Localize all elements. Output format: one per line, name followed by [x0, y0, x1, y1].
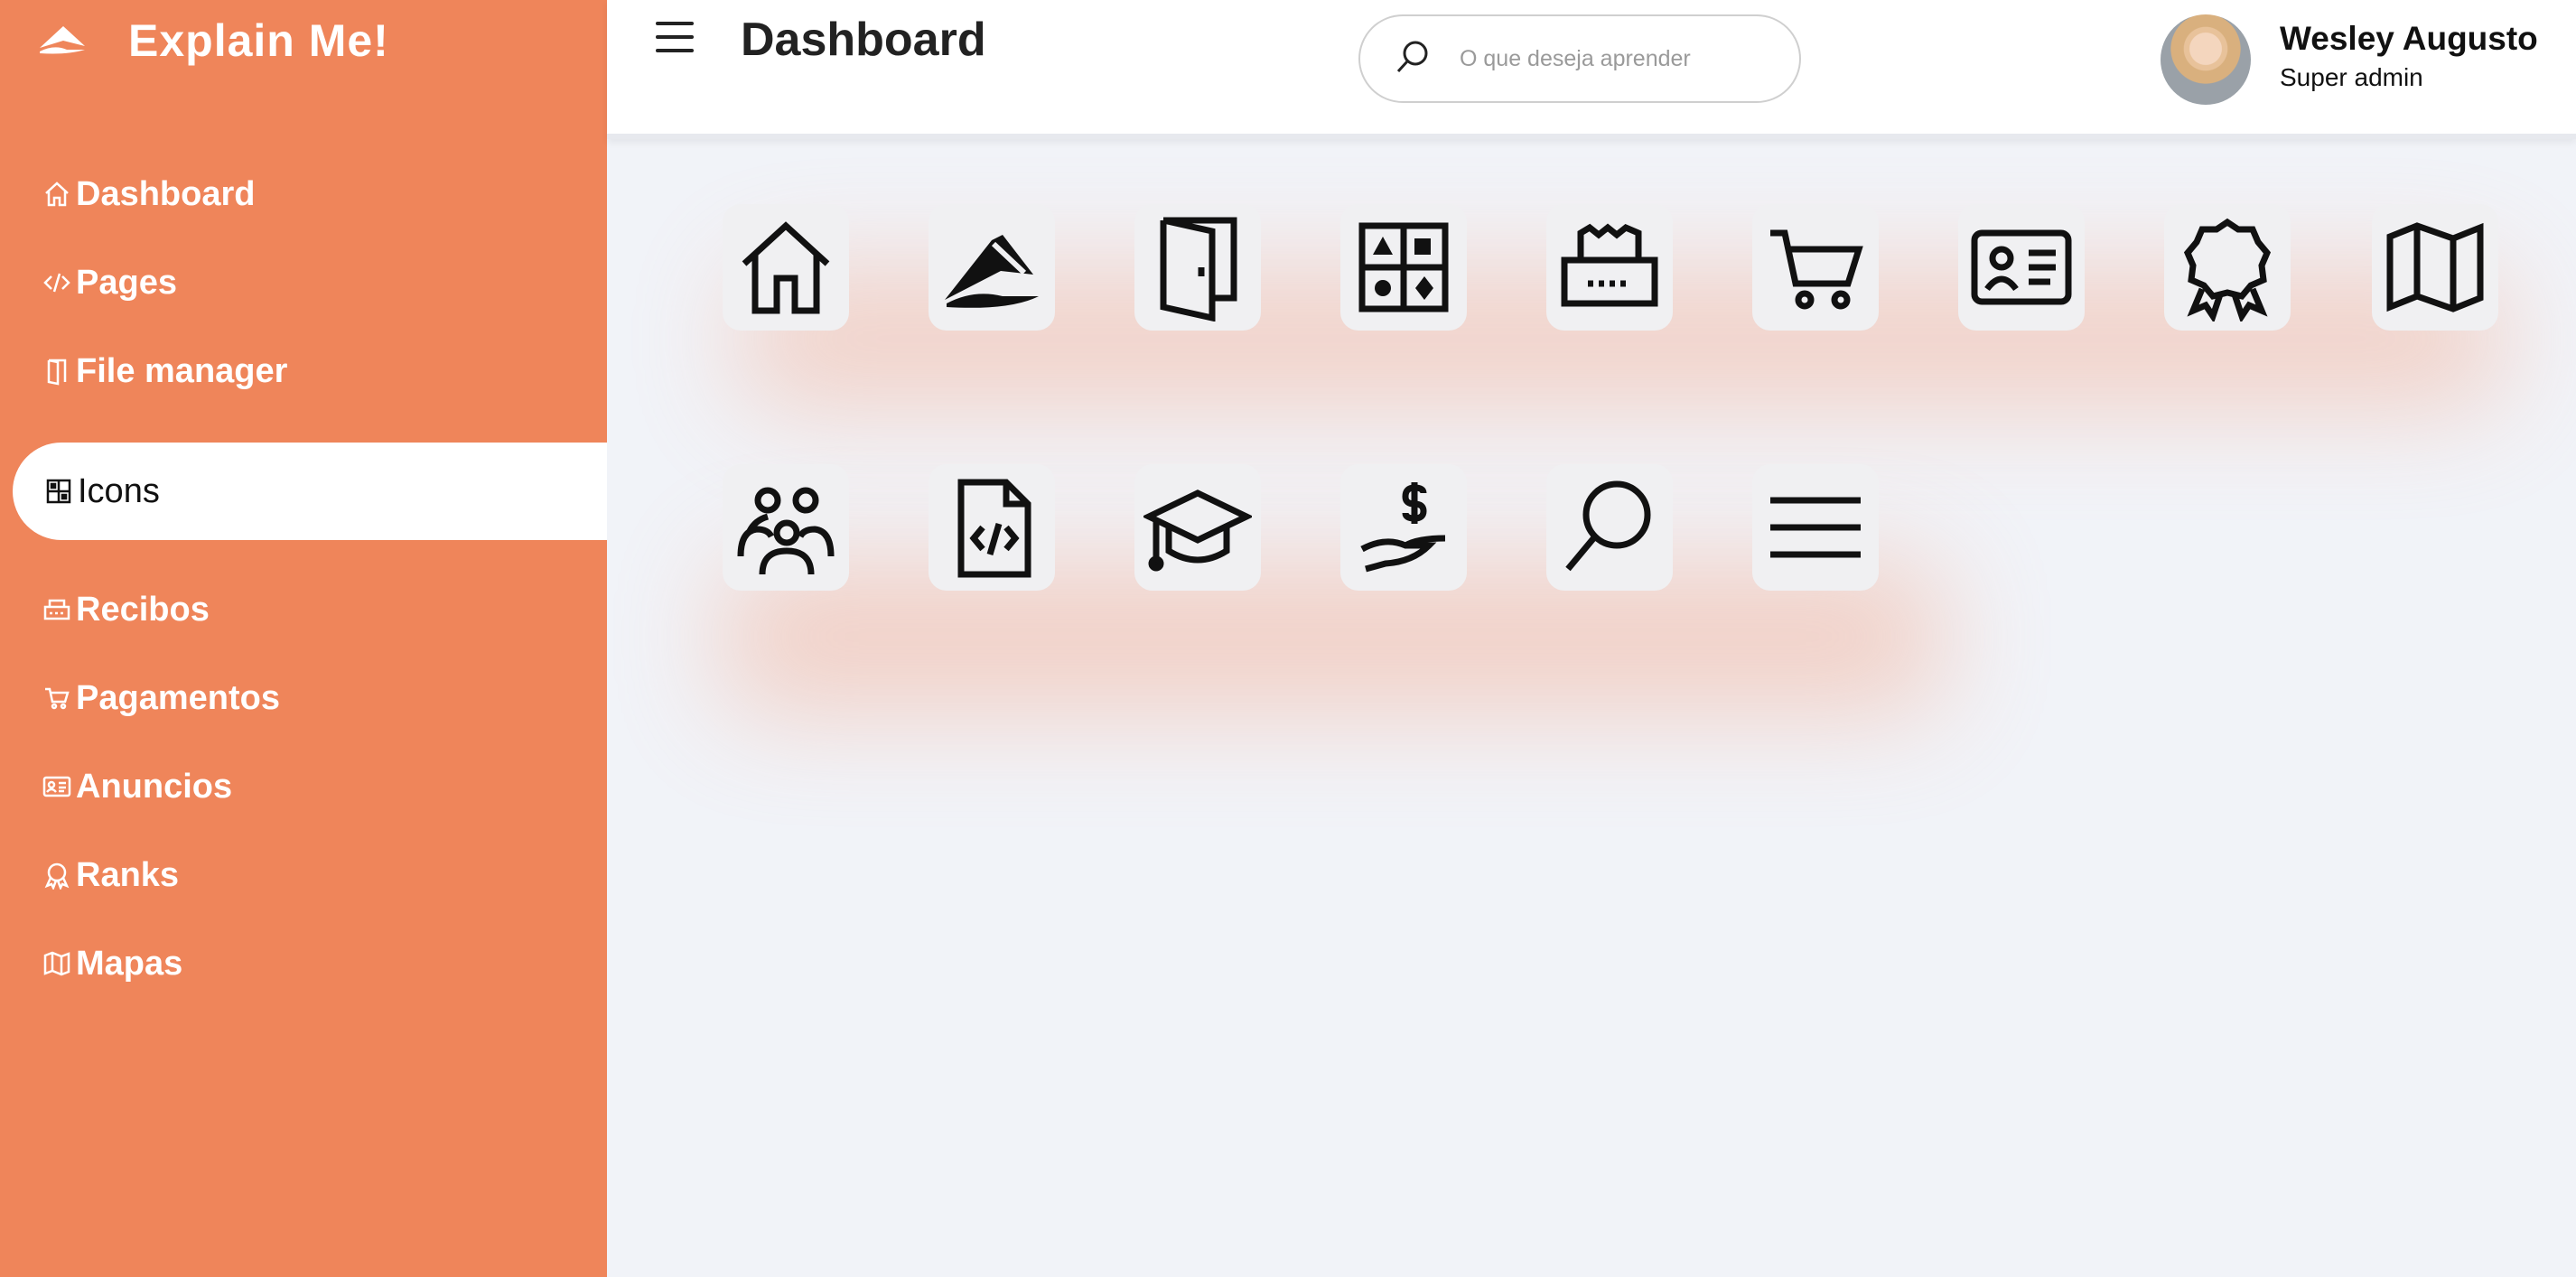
tile-cart[interactable]	[1752, 204, 1879, 331]
search-box[interactable]	[1358, 14, 1801, 103]
sidebar-item-label: Ranks	[76, 855, 180, 894]
sidebar-item-ranks[interactable]: Ranks	[0, 844, 607, 907]
receipt-printer-icon	[1561, 223, 1658, 307]
paper-plane-logo-icon	[36, 21, 89, 61]
group-icon	[737, 487, 835, 575]
avatar[interactable]	[2161, 14, 2251, 105]
menu-toggle-button[interactable]	[656, 22, 694, 60]
sidebar-item-mapas[interactable]: Mapas	[0, 932, 607, 995]
search-icon	[1565, 480, 1651, 572]
sidebar-item-label: File manager	[76, 351, 288, 390]
sidebar-item-label: Pagamentos	[76, 678, 280, 717]
cart-icon	[42, 683, 72, 713]
code-icon	[42, 267, 72, 298]
sidebar-item-file-manager[interactable]: File manager	[0, 340, 607, 403]
door-icon	[42, 356, 72, 387]
tile-paper-plane[interactable]	[929, 204, 1055, 331]
sidebar-item-dashboard[interactable]: Dashboard	[0, 163, 607, 226]
receipt-printer-icon	[42, 594, 72, 625]
menu-icon	[1770, 497, 1861, 558]
code-file-icon	[957, 479, 1031, 578]
award-icon	[2183, 218, 2272, 322]
tile-door[interactable]	[1134, 204, 1261, 331]
tile-graduation-cap[interactable]	[1134, 464, 1261, 591]
icons-grid-icon	[43, 476, 74, 507]
brand-name: Explain Me!	[128, 15, 389, 66]
award-icon	[42, 860, 72, 890]
tile-receipt-printer[interactable]	[1546, 204, 1673, 331]
user-name: Wesley Augusto	[2280, 20, 2538, 57]
menu-bar	[656, 35, 694, 39]
map-icon	[42, 948, 72, 979]
brand[interactable]: Explain Me!	[36, 9, 389, 72]
cart-icon	[1770, 229, 1863, 310]
tile-icons-grid[interactable]	[1340, 204, 1467, 331]
menu-bar	[656, 49, 694, 52]
tile-code-file[interactable]	[929, 464, 1055, 591]
tile-map[interactable]	[2372, 204, 2498, 331]
id-card-icon	[1971, 229, 2072, 305]
id-card-icon	[42, 771, 72, 802]
tile-id-card[interactable]	[1958, 204, 2085, 331]
sidebar-item-label: Pages	[76, 263, 177, 302]
sidebar: Explain Me! Dashboard Pages File manager…	[0, 0, 607, 1277]
payment-hand-icon	[1360, 482, 1446, 573]
search-input[interactable]	[1458, 44, 1750, 73]
sidebar-item-label: Mapas	[76, 944, 183, 983]
sidebar-item-label: Icons	[78, 471, 160, 510]
tile-home[interactable]	[723, 204, 849, 331]
sidebar-item-recibos[interactable]: Recibos	[0, 578, 607, 641]
door-icon	[1160, 217, 1237, 322]
home-icon	[742, 221, 830, 314]
tile-payment-hand[interactable]	[1340, 464, 1467, 591]
home-icon	[42, 179, 72, 210]
sidebar-item-pages[interactable]: Pages	[0, 251, 607, 314]
user-role: Super admin	[2280, 63, 2423, 91]
tile-search[interactable]	[1546, 464, 1673, 591]
sidebar-item-icons[interactable]: Icons	[13, 443, 607, 540]
tile-group[interactable]	[723, 464, 849, 591]
map-icon	[2386, 222, 2484, 312]
sidebar-item-label: Recibos	[76, 590, 210, 629]
menu-bar	[656, 22, 694, 25]
search-icon	[1360, 37, 1433, 81]
sidebar-item-label: Anuncios	[76, 767, 233, 806]
sidebar-item-anuncios[interactable]: Anuncios	[0, 755, 607, 818]
page-title: Dashboard	[741, 14, 986, 66]
icons-grid-icon	[1358, 222, 1449, 312]
sidebar-item-pagamentos[interactable]: Pagamentos	[0, 666, 607, 730]
tile-menu[interactable]	[1752, 464, 1879, 591]
graduation-cap-icon	[1143, 489, 1252, 572]
top-header: Dashboard Wesley Augusto Super admin	[607, 0, 2576, 139]
paper-plane-icon	[945, 235, 1039, 308]
sidebar-item-label: Dashboard	[76, 174, 256, 213]
tile-award[interactable]	[2164, 204, 2291, 331]
